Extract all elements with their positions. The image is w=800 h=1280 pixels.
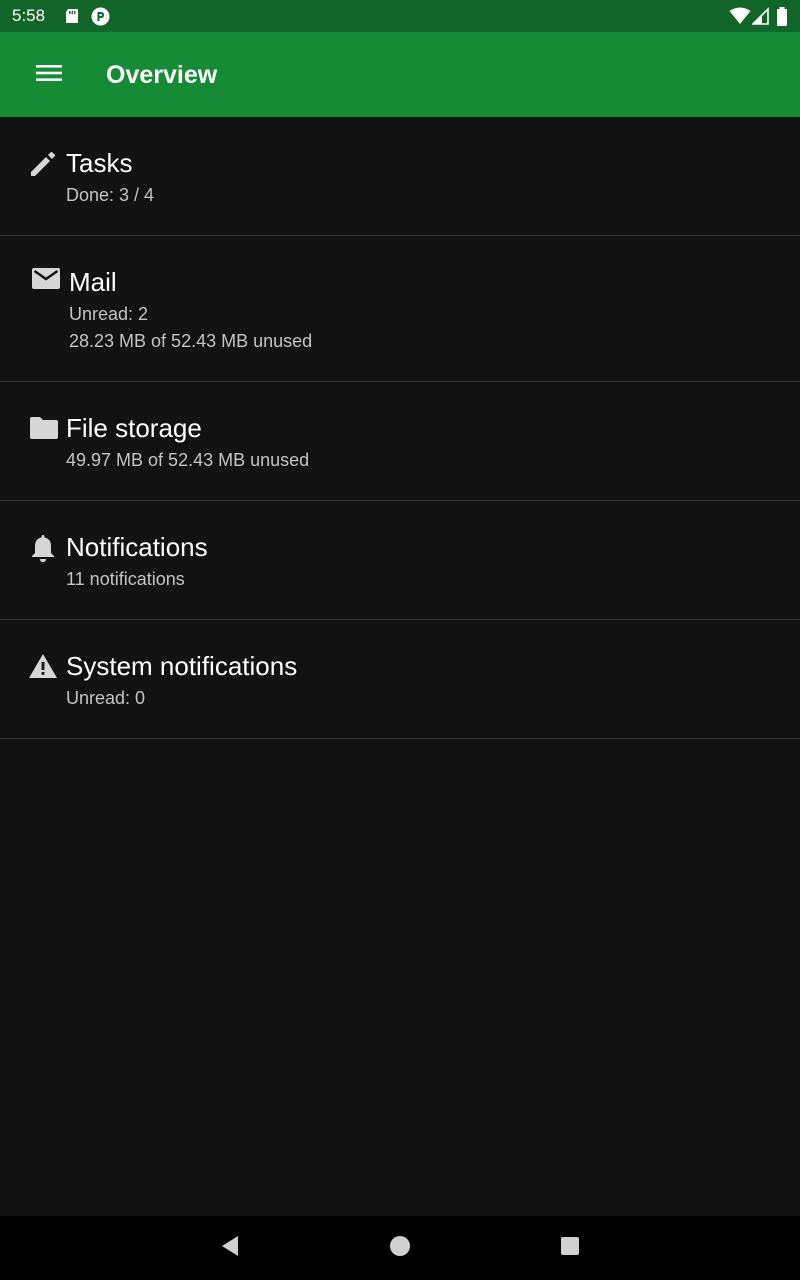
navigation-bar xyxy=(0,1216,800,1280)
battery-icon xyxy=(776,7,790,26)
mail-icon xyxy=(31,266,61,296)
item-subtitle: 49.97 MB of 52.43 MB unused xyxy=(66,450,310,470)
item-subtitle: Unread: 0 xyxy=(66,688,146,708)
folder-icon xyxy=(29,415,59,445)
list-item-notifications[interactable]: Notifications 11 notifications xyxy=(0,501,800,620)
sd-card-icon xyxy=(63,7,81,25)
item-title: Tasks xyxy=(66,148,133,178)
item-title: File storage xyxy=(66,413,202,443)
back-icon xyxy=(220,1235,240,1262)
overview-screen: 5:58 Overview Tasks Done: 3 / 4 Mail Unr… xyxy=(0,0,800,1280)
list-item-mail[interactable]: Mail Unread: 2 28.23 MB of 52.43 MB unus… xyxy=(0,236,800,382)
recents-icon xyxy=(560,1236,580,1261)
menu-button[interactable] xyxy=(26,52,72,98)
list-item-file-storage[interactable]: File storage 49.97 MB of 52.43 MB unused xyxy=(0,382,800,501)
overview-list: Tasks Done: 3 / 4 Mail Unread: 2 28.23 M… xyxy=(0,117,800,739)
recents-button[interactable] xyxy=(552,1230,588,1266)
item-detail: 28.23 MB of 52.43 MB unused xyxy=(69,331,313,351)
wifi-icon xyxy=(729,7,751,25)
item-title: System notifications xyxy=(66,651,298,681)
item-subtitle: Done: 3 / 4 xyxy=(66,185,155,205)
hamburger-menu-icon xyxy=(36,64,62,87)
status-time: 5:58 xyxy=(12,6,46,25)
item-title: Mail xyxy=(69,267,117,297)
pencil-icon xyxy=(28,149,58,179)
list-item-tasks[interactable]: Tasks Done: 3 / 4 xyxy=(0,117,800,236)
list-item-system-notifications[interactable]: System notifications Unread: 0 xyxy=(0,620,800,739)
back-button[interactable] xyxy=(212,1230,248,1266)
status-bar: 5:58 xyxy=(0,0,800,32)
app-bar: Overview xyxy=(0,32,800,117)
item-subtitle: Unread: 2 xyxy=(69,304,149,324)
item-subtitle: 11 notifications xyxy=(66,569,185,589)
home-icon xyxy=(389,1235,411,1262)
page-title: Overview xyxy=(106,61,218,89)
app-status-icon xyxy=(91,7,110,26)
signal-icon xyxy=(751,7,770,25)
item-title: Notifications xyxy=(66,532,208,562)
warning-icon xyxy=(28,652,58,682)
home-button[interactable] xyxy=(382,1230,418,1266)
bell-icon xyxy=(30,533,60,563)
